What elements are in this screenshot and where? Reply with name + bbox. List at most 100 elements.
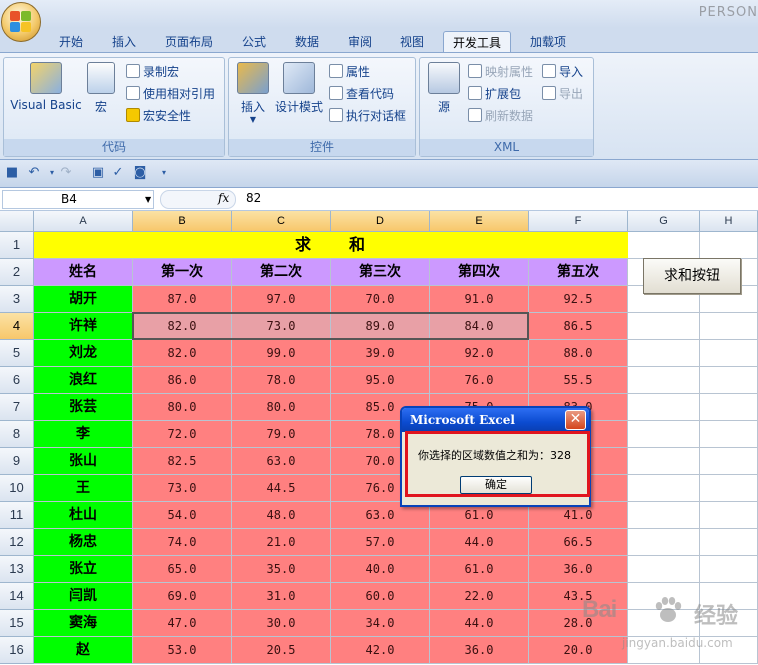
score-cell[interactable]: 57.0 bbox=[331, 529, 430, 556]
header-cell[interactable]: 第一次 bbox=[133, 259, 232, 286]
row-header-2[interactable]: 2 bbox=[0, 259, 34, 286]
cell[interactable] bbox=[628, 394, 700, 421]
header-cell[interactable]: 第五次 bbox=[529, 259, 628, 286]
undo-icon[interactable]: ↶ bbox=[26, 165, 42, 181]
tab-developer[interactable]: 开发工具 bbox=[443, 31, 512, 53]
tab-formulas[interactable]: 公式 bbox=[233, 31, 275, 53]
select-all-corner[interactable] bbox=[0, 211, 34, 232]
check-icon[interactable]: ✓ bbox=[110, 165, 126, 181]
refresh-data-button[interactable]: 刷新数据 bbox=[468, 106, 533, 126]
column-header-f[interactable]: F bbox=[529, 211, 628, 232]
sum-button[interactable]: 求和按钮 bbox=[643, 258, 741, 294]
score-cell[interactable]: 86.0 bbox=[133, 367, 232, 394]
score-cell[interactable]: 65.0 bbox=[133, 556, 232, 583]
cell[interactable] bbox=[628, 313, 700, 340]
redo-icon[interactable]: ↷ bbox=[58, 165, 74, 181]
row-header-16[interactable]: 16 bbox=[0, 637, 34, 664]
name-box[interactable]: B4 bbox=[2, 190, 154, 209]
score-cell[interactable]: 82.5 bbox=[133, 448, 232, 475]
cell[interactable] bbox=[628, 448, 700, 475]
formula-input[interactable]: 82 bbox=[246, 191, 261, 205]
score-cell[interactable]: 70.0 bbox=[331, 286, 430, 313]
visual-basic-button[interactable]: Visual Basic bbox=[8, 62, 84, 112]
score-cell[interactable]: 36.0 bbox=[529, 556, 628, 583]
run-dialog-button[interactable]: 执行对话框 bbox=[329, 106, 406, 126]
name-cell[interactable]: 杜山 bbox=[34, 502, 133, 529]
tab-view[interactable]: 视图 bbox=[391, 31, 433, 53]
cell[interactable] bbox=[700, 556, 758, 583]
score-cell[interactable]: 42.0 bbox=[331, 637, 430, 664]
properties-button[interactable]: 属性 bbox=[329, 62, 370, 82]
score-cell[interactable]: 40.0 bbox=[331, 556, 430, 583]
row-header-15[interactable]: 15 bbox=[0, 610, 34, 637]
macro-security-button[interactable]: 宏安全性 bbox=[126, 106, 191, 126]
cell[interactable] bbox=[628, 340, 700, 367]
cell[interactable] bbox=[700, 502, 758, 529]
name-cell[interactable]: 赵 bbox=[34, 637, 133, 664]
save-icon[interactable]: ■ bbox=[4, 165, 20, 181]
score-cell[interactable]: 73.0 bbox=[232, 313, 331, 340]
name-cell[interactable]: 李 bbox=[34, 421, 133, 448]
cell[interactable] bbox=[700, 313, 758, 340]
expansion-packs-button[interactable]: 扩展包 bbox=[468, 84, 521, 104]
map-properties-button[interactable]: 映射属性 bbox=[468, 62, 533, 82]
row-header-10[interactable]: 10 bbox=[0, 475, 34, 502]
score-cell[interactable]: 36.0 bbox=[430, 637, 529, 664]
cell[interactable] bbox=[700, 529, 758, 556]
column-header-a[interactable]: A bbox=[34, 211, 133, 232]
score-cell[interactable]: 73.0 bbox=[133, 475, 232, 502]
print-preview-icon[interactable]: ▣ bbox=[90, 165, 106, 181]
row-header-3[interactable]: 3 bbox=[0, 286, 34, 313]
cell[interactable] bbox=[628, 367, 700, 394]
name-cell[interactable]: 张立 bbox=[34, 556, 133, 583]
xml-source-button[interactable]: 源 bbox=[424, 62, 464, 115]
name-cell[interactable]: 王 bbox=[34, 475, 133, 502]
score-cell[interactable]: 92.5 bbox=[529, 286, 628, 313]
name-cell[interactable]: 窦海 bbox=[34, 610, 133, 637]
office-button[interactable] bbox=[1, 2, 41, 42]
row-header-7[interactable]: 7 bbox=[0, 394, 34, 421]
name-cell[interactable]: 胡开 bbox=[34, 286, 133, 313]
score-cell[interactable]: 55.5 bbox=[529, 367, 628, 394]
score-cell[interactable]: 89.0 bbox=[331, 313, 430, 340]
column-header-g[interactable]: G bbox=[628, 211, 700, 232]
insert-function-button[interactable]: fx bbox=[218, 191, 229, 205]
cell[interactable] bbox=[628, 529, 700, 556]
camera-icon[interactable]: ◙ bbox=[132, 165, 148, 181]
view-code-button[interactable]: 查看代码 bbox=[329, 84, 394, 104]
row-header-14[interactable]: 14 bbox=[0, 583, 34, 610]
row-header-12[interactable]: 12 bbox=[0, 529, 34, 556]
header-cell[interactable]: 姓名 bbox=[34, 259, 133, 286]
row-header-4[interactable]: 4 bbox=[0, 313, 34, 340]
relative-reference-button[interactable]: 使用相对引用 bbox=[126, 84, 215, 104]
header-cell[interactable]: 第三次 bbox=[331, 259, 430, 286]
score-cell[interactable]: 34.0 bbox=[331, 610, 430, 637]
column-header-d[interactable]: D bbox=[331, 211, 430, 232]
record-macro-button[interactable]: 录制宏 bbox=[126, 62, 179, 82]
score-cell[interactable]: 86.5 bbox=[529, 313, 628, 340]
cell[interactable] bbox=[700, 475, 758, 502]
score-cell[interactable]: 61.0 bbox=[430, 556, 529, 583]
cell[interactable] bbox=[628, 421, 700, 448]
score-cell[interactable]: 20.5 bbox=[232, 637, 331, 664]
cell[interactable] bbox=[628, 502, 700, 529]
score-cell[interactable]: 30.0 bbox=[232, 610, 331, 637]
score-cell[interactable]: 84.0 bbox=[430, 313, 529, 340]
score-cell[interactable]: 87.0 bbox=[133, 286, 232, 313]
design-mode-button[interactable]: 设计模式 bbox=[273, 62, 325, 115]
score-cell[interactable]: 31.0 bbox=[232, 583, 331, 610]
tab-addins[interactable]: 加载项 bbox=[521, 31, 575, 53]
score-cell[interactable]: 78.0 bbox=[232, 367, 331, 394]
tab-insert[interactable]: 插入 bbox=[103, 31, 145, 53]
score-cell[interactable]: 82.0 bbox=[133, 340, 232, 367]
score-cell[interactable]: 74.0 bbox=[133, 529, 232, 556]
score-cell[interactable]: 35.0 bbox=[232, 556, 331, 583]
cell[interactable] bbox=[700, 232, 758, 259]
score-cell[interactable]: 22.0 bbox=[430, 583, 529, 610]
score-cell[interactable]: 97.0 bbox=[232, 286, 331, 313]
row-header-6[interactable]: 6 bbox=[0, 367, 34, 394]
score-cell[interactable]: 47.0 bbox=[133, 610, 232, 637]
name-box-dropdown-icon[interactable]: ▼ bbox=[145, 195, 151, 204]
column-header-h[interactable]: H bbox=[700, 211, 758, 232]
score-cell[interactable]: 44.0 bbox=[430, 529, 529, 556]
